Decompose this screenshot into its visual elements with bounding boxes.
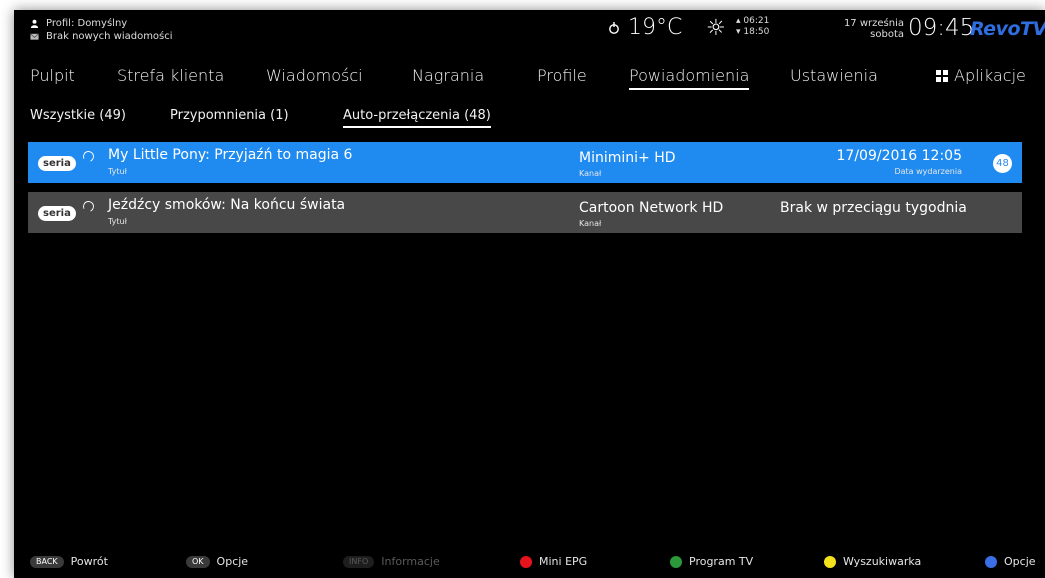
date-weekday: sobota xyxy=(870,29,904,40)
weather-temperature: 19°C xyxy=(608,15,682,40)
hint-info-label: Informacje xyxy=(381,555,440,568)
sunset-arrow-icon: ▾ xyxy=(736,27,741,37)
seria-badge: seria xyxy=(38,142,96,183)
seria-badge-label: seria xyxy=(38,156,76,171)
tab-auto-przelaczenia[interactable]: Auto-przełączenia (48) xyxy=(343,108,491,128)
sunrise-time: 06:21 xyxy=(743,16,770,26)
row-date-label: Data wydarzenia xyxy=(894,167,962,176)
nav-item-aplikacje-label: Aplikacje xyxy=(954,66,1026,85)
series-link-icon xyxy=(81,149,96,164)
footer-hints: BACK Powrót OK Opcje INFO Informacje Min… xyxy=(14,555,1045,573)
messages-info: Brak nowych wiadomości xyxy=(30,31,173,42)
tv-screen: Profil: Domyślny Brak nowych wiadomości … xyxy=(14,10,1045,578)
nav-item-pulpit[interactable]: Pulpit xyxy=(30,66,75,88)
hint-red-label: Mini EPG xyxy=(539,555,588,568)
green-button-icon xyxy=(670,555,682,568)
nav-item-strefa-klienta[interactable]: Strefa klienta xyxy=(117,66,224,88)
row-date: 17/09/2016 12:05 xyxy=(836,148,963,164)
hint-blue[interactable]: Opcje xyxy=(985,555,1036,568)
row-title-label: Tytuł xyxy=(108,217,127,226)
sun-icon: ☼ xyxy=(706,16,726,41)
back-key-icon: BACK xyxy=(30,555,64,568)
yellow-button-icon xyxy=(824,555,836,568)
hint-ok-label: Opcje xyxy=(216,555,249,568)
user-icon xyxy=(30,19,39,28)
nav-item-wiadomosci[interactable]: Wiadomości xyxy=(266,66,363,88)
sunrise-arrow-icon: ▴ xyxy=(736,16,741,26)
status-bar: Profil: Domyślny Brak nowych wiadomości … xyxy=(14,10,1045,52)
tab-wszystkie[interactable]: Wszystkie (49) xyxy=(30,108,126,126)
sunset-time: 18:50 xyxy=(743,27,770,37)
info-key-icon: INFO xyxy=(343,555,375,568)
hint-yellow[interactable]: Wyszukiwarka xyxy=(824,555,921,568)
nav-item-ustawienia[interactable]: Ustawienia xyxy=(790,66,878,88)
seria-badge: seria xyxy=(38,192,96,233)
hint-green-label: Program TV xyxy=(689,555,754,568)
blue-button-icon xyxy=(985,555,997,568)
hint-back[interactable]: BACK Powrót xyxy=(30,555,108,568)
nav-item-aplikacje[interactable]: Aplikacje xyxy=(936,66,1026,88)
tab-przypomnienia[interactable]: Przypomnienia (1) xyxy=(170,108,289,126)
profile-label: Profil: Domyślny xyxy=(46,18,128,29)
ok-key-icon: OK xyxy=(186,555,210,568)
thermometer-icon xyxy=(609,21,619,34)
date-day: 17 września xyxy=(843,18,904,29)
nav-item-profile[interactable]: Profile xyxy=(537,66,587,88)
series-link-icon xyxy=(81,199,96,214)
row-availability-status: Brak w przeciągu tygodnia xyxy=(780,200,967,216)
messages-label: Brak nowych wiadomości xyxy=(46,31,173,42)
hint-yellow-label: Wyszukiwarka xyxy=(843,555,922,568)
notification-row[interactable]: seria Jeźdźcy smoków: Na końcu świata Ty… xyxy=(28,192,1022,233)
row-channel-label: Kanał xyxy=(579,219,602,228)
hint-info: INFO Informacje xyxy=(343,555,440,568)
profile-info: Profil: Domyślny xyxy=(30,18,127,29)
main-nav: Pulpit Strefa klienta Wiadomości Nagrani… xyxy=(14,64,1045,94)
row-title: Jeźdźcy smoków: Na końcu świata xyxy=(108,197,346,213)
hint-back-label: Powrót xyxy=(70,555,108,568)
row-channel: Cartoon Network HD xyxy=(579,200,724,216)
seria-badge-label: seria xyxy=(38,206,76,221)
hint-green[interactable]: Program TV xyxy=(670,555,753,568)
red-button-icon xyxy=(520,555,532,568)
row-channel: Minimini+ HD xyxy=(579,150,676,166)
row-title-label: Tytuł xyxy=(108,167,127,176)
date-display: 17 września sobota xyxy=(826,18,904,40)
nav-item-powiadomienia[interactable]: Powiadomienia xyxy=(629,66,750,90)
sub-nav: Wszystkie (49) Przypomnienia (1) Auto-pr… xyxy=(14,108,1045,132)
revotv-logo: RevoTV xyxy=(970,18,1045,40)
nav-item-nagrania[interactable]: Nagrania xyxy=(412,66,484,88)
hint-ok[interactable]: OK Opcje xyxy=(186,555,248,568)
temperature-value: 19°C xyxy=(628,15,683,40)
sun-times: ▴ 06:21 ▾ 18:50 xyxy=(736,16,769,38)
apps-grid-icon xyxy=(936,70,948,82)
hint-red[interactable]: Mini EPG xyxy=(520,555,587,568)
envelope-icon xyxy=(30,33,39,40)
row-channel-label: Kanał xyxy=(579,169,602,178)
clock: 09:45 xyxy=(908,15,975,41)
hint-blue-label: Opcje xyxy=(1004,555,1036,568)
row-count-badge: 48 xyxy=(993,154,1012,173)
notification-row-selected[interactable]: seria My Little Pony: Przyjaźń to magia … xyxy=(28,142,1022,183)
row-title: My Little Pony: Przyjaźń to magia 6 xyxy=(108,147,353,163)
